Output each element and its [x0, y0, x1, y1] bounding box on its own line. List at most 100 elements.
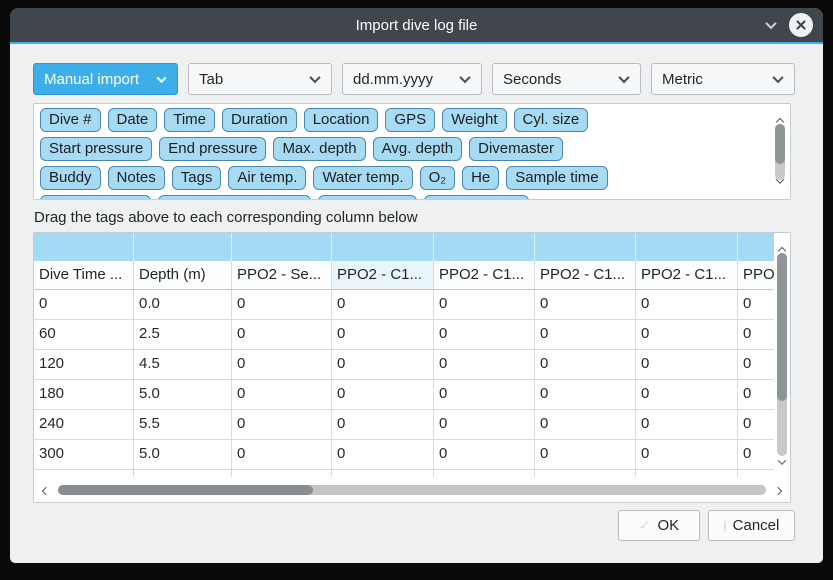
tag-chip[interactable]: Cyl. size: [514, 108, 589, 132]
column-drop-target[interactable]: [636, 233, 738, 261]
table-cell[interactable]: 0: [636, 320, 738, 350]
table-cell[interactable]: 120: [34, 350, 134, 380]
table-cell[interactable]: 180: [34, 380, 134, 410]
column-drop-target[interactable]: [34, 233, 134, 261]
tag-chip[interactable]: Tags: [172, 166, 222, 190]
tag-chip[interactable]: Sample temperature: [158, 195, 312, 200]
table-cell[interactable]: 0: [232, 290, 332, 320]
ok-button[interactable]: ✓ OK: [618, 510, 700, 541]
table-cell[interactable]: 0: [434, 320, 535, 350]
chevron-down-icon[interactable]: [779, 452, 785, 470]
table-cell[interactable]: 0: [332, 290, 434, 320]
table-cell[interactable]: 0: [738, 380, 774, 410]
table-cell[interactable]: 0: [332, 320, 434, 350]
table-cell[interactable]: 4.5: [134, 350, 232, 380]
tag-chip[interactable]: Weight: [442, 108, 506, 132]
column-drop-target[interactable]: [232, 233, 332, 261]
scrollbar-thumb[interactable]: [775, 124, 785, 164]
tag-chip[interactable]: Water temp.: [313, 166, 412, 190]
table-cell[interactable]: 0: [34, 290, 134, 320]
tag-chip[interactable]: Location: [304, 108, 379, 132]
table-cell[interactable]: 0: [535, 440, 636, 470]
chevron-right-icon[interactable]: [775, 481, 781, 499]
column-header[interactable]: PPO2 - C1...: [636, 261, 738, 290]
scrollbar-track[interactable]: [58, 485, 766, 495]
column-header[interactable]: PPO2 - Se...: [232, 261, 332, 290]
column-drop-target[interactable]: [134, 233, 232, 261]
table-cell[interactable]: 0: [738, 290, 774, 320]
table-cell[interactable]: 0: [738, 320, 774, 350]
tag-chip[interactable]: Sample pO₂: [318, 195, 417, 200]
table-cell[interactable]: 60: [34, 320, 134, 350]
tag-chip[interactable]: Sample depth: [40, 195, 151, 200]
tag-chip[interactable]: Duration: [222, 108, 297, 132]
tag-chip[interactable]: Max. depth: [273, 137, 365, 161]
table-cell[interactable]: 5.5: [134, 410, 232, 440]
column-header[interactable]: PPO2 - C1...: [535, 261, 636, 290]
scrollbar-thumb[interactable]: [777, 253, 787, 401]
table-cell[interactable]: 0: [434, 380, 535, 410]
tag-chip[interactable]: End pressure: [159, 137, 266, 161]
table-cell[interactable]: 2.5: [134, 320, 232, 350]
table-cell[interactable]: 0: [332, 380, 434, 410]
table-cell[interactable]: 0: [332, 350, 434, 380]
column-drop-target[interactable]: [535, 233, 636, 261]
table-cell[interactable]: 0: [535, 320, 636, 350]
table-cell[interactable]: 0: [636, 350, 738, 380]
table-cell[interactable]: 5.0: [134, 380, 232, 410]
table-cell[interactable]: 0: [232, 440, 332, 470]
column-header[interactable]: PPO2 - C1...: [332, 261, 434, 290]
import-source-select[interactable]: Manual import: [33, 63, 178, 95]
table-horizontal-scrollbar[interactable]: [34, 478, 790, 502]
table-cell[interactable]: 5.0: [134, 440, 232, 470]
tag-chip[interactable]: He: [462, 166, 499, 190]
table-cell[interactable]: 0: [636, 380, 738, 410]
table-cell[interactable]: 0: [232, 350, 332, 380]
column-drop-target[interactable]: [434, 233, 535, 261]
tag-chip[interactable]: Dive #: [40, 108, 101, 132]
table-cell[interactable]: 0: [232, 380, 332, 410]
table-vertical-scrollbar[interactable]: [774, 233, 790, 478]
table-cell[interactable]: 0: [434, 440, 535, 470]
scrollbar-thumb[interactable]: [58, 485, 313, 495]
tag-chip[interactable]: Divemaster: [469, 137, 563, 161]
tag-chip[interactable]: Date: [108, 108, 158, 132]
window-close-button[interactable]: [789, 13, 813, 37]
table-cell[interactable]: 0: [636, 410, 738, 440]
date-format-select[interactable]: dd.mm.yyyy: [342, 63, 482, 95]
table-cell[interactable]: 0.0: [134, 290, 232, 320]
tag-chip[interactable]: Time: [164, 108, 215, 132]
table-cell[interactable]: 0: [535, 380, 636, 410]
column-header[interactable]: PPO2: [738, 261, 774, 290]
duration-format-select[interactable]: Seconds: [492, 63, 641, 95]
table-cell[interactable]: 0: [636, 440, 738, 470]
column-header[interactable]: PPO2 - C1...: [434, 261, 535, 290]
tag-chip[interactable]: Buddy: [40, 166, 101, 190]
chevron-left-icon[interactable]: [43, 481, 49, 499]
cancel-button[interactable]: Cancel: [708, 510, 795, 541]
column-drop-target[interactable]: [738, 233, 774, 261]
table-cell[interactable]: 0: [434, 290, 535, 320]
table-cell[interactable]: 0: [738, 410, 774, 440]
table-cell[interactable]: 0: [535, 290, 636, 320]
tag-chip[interactable]: Start pressure: [40, 137, 152, 161]
table-cell[interactable]: 240: [34, 410, 134, 440]
column-header[interactable]: Depth (m): [134, 261, 232, 290]
table-cell[interactable]: 0: [332, 440, 434, 470]
tag-chip[interactable]: Sample CNS: [424, 195, 529, 200]
separator-select[interactable]: Tab: [188, 63, 332, 95]
tag-chip[interactable]: O₂: [420, 166, 456, 190]
table-cell[interactable]: 0: [738, 440, 774, 470]
tag-chip[interactable]: Air temp.: [228, 166, 306, 190]
table-cell[interactable]: 0: [434, 410, 535, 440]
tag-chip[interactable]: Notes: [108, 166, 165, 190]
table-cell[interactable]: 0: [738, 350, 774, 380]
tag-chip[interactable]: GPS: [385, 108, 435, 132]
chevron-down-icon[interactable]: [777, 171, 783, 189]
tag-chip[interactable]: Avg. depth: [373, 137, 462, 161]
window-menu-chevron-icon[interactable]: [767, 16, 775, 34]
table-cell[interactable]: 0: [434, 350, 535, 380]
table-cell[interactable]: 0: [332, 410, 434, 440]
table-cell[interactable]: 0: [535, 350, 636, 380]
column-drop-target[interactable]: [332, 233, 434, 261]
